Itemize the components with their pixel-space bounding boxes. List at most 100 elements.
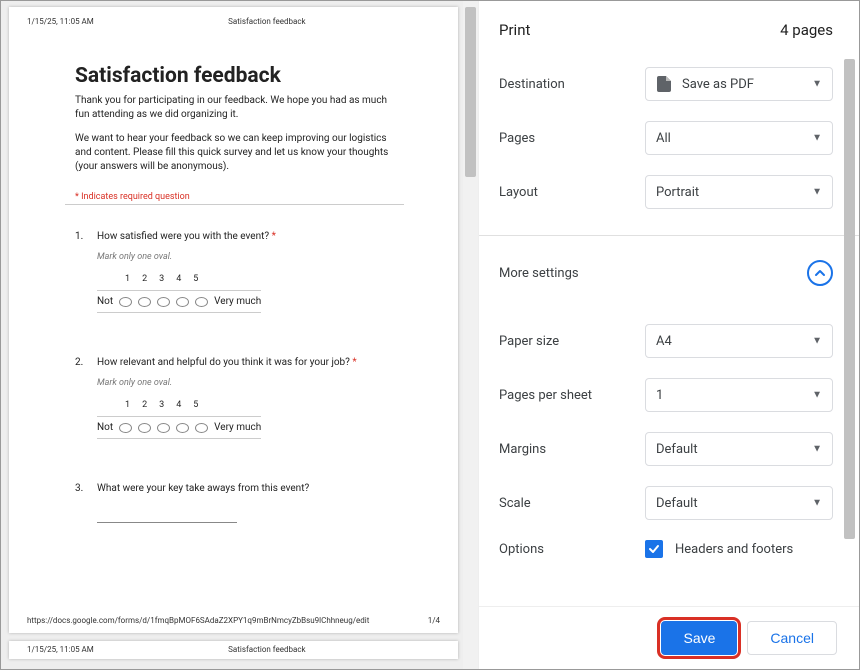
intro-1: Thank you for participating in our feedb… [75, 94, 394, 122]
oval-icon [157, 423, 170, 433]
cancel-button[interactable]: Cancel [747, 621, 837, 655]
intro-2: We want to hear your feedback so we can … [75, 132, 394, 174]
pages-per-sheet-label: Pages per sheet [499, 388, 645, 403]
preview-pane: 1/15/25, 11:05 AM Satisfaction feedback … [1, 1, 479, 669]
destination-label: Destination [499, 77, 645, 92]
oval-icon [176, 423, 189, 433]
oval-icon [195, 423, 208, 433]
chevron-up-icon [814, 267, 826, 279]
preview-page-2: 1/15/25, 11:05 AM Satisfaction feedback [9, 641, 458, 659]
more-settings-label: More settings [499, 266, 579, 281]
row-options: Options Headers and footers [479, 530, 859, 568]
divider [65, 204, 404, 205]
paper-size-label: Paper size [499, 334, 645, 349]
chevron-down-icon: ▼ [812, 444, 822, 455]
print-dialog: 1/15/25, 11:05 AM Satisfaction feedback … [0, 0, 860, 670]
page-count: 4 pages [780, 21, 833, 39]
oval-scale: 1 2 3 4 5 Not [97, 400, 394, 439]
question-1: 1. How satisfied were you with the event… [75, 231, 394, 313]
preview-page-1: 1/15/25, 11:05 AM Satisfaction feedback … [9, 7, 458, 633]
question-hint: Mark only one oval. [97, 378, 394, 388]
layout-label: Layout [499, 185, 645, 200]
headers-footers-label: Headers and footers [675, 542, 793, 557]
question-2: 2. How relevant and helpful do you think… [75, 357, 394, 439]
pages-per-sheet-dropdown[interactable]: 1 ▼ [645, 378, 833, 412]
oval-icon [119, 297, 132, 307]
oval-icon [157, 297, 170, 307]
pages-dropdown[interactable]: All ▼ [645, 121, 833, 155]
question-number: 2. [75, 357, 97, 439]
question-text: How relevant and helpful do you think it… [97, 357, 394, 368]
page-title: Satisfaction feedback [75, 64, 394, 88]
oval-scale: 1 2 3 4 5 Not [97, 274, 394, 313]
scale-right: Very much [214, 296, 261, 307]
scrollbar-thumb[interactable] [844, 59, 855, 539]
chevron-down-icon: ▼ [812, 187, 822, 198]
scale-left: Not [97, 296, 113, 307]
question-3: 3. What were your key take aways from th… [75, 483, 394, 523]
layout-dropdown[interactable]: Portrait ▼ [645, 175, 833, 209]
button-bar: Save Cancel [479, 606, 859, 669]
margins-dropdown[interactable]: Default ▼ [645, 432, 833, 466]
destination-dropdown[interactable]: Save as PDF ▼ [645, 67, 833, 101]
scale-left: Not [97, 422, 113, 433]
scrollbar-thumb[interactable] [465, 7, 476, 177]
paper-size-dropdown[interactable]: A4 ▼ [645, 324, 833, 358]
row-layout: Layout Portrait ▼ [479, 165, 859, 219]
footer-url: https://docs.google.com/forms/d/1fmqBpMO… [27, 616, 369, 625]
required-note: * Indicates required question [75, 192, 394, 202]
scale-label: Scale [499, 496, 645, 511]
pages-value: All [656, 131, 671, 146]
chevron-down-icon: ▼ [812, 336, 822, 347]
scale-right: Very much [214, 422, 261, 433]
chevron-down-icon: ▼ [812, 133, 822, 144]
question-hint: Mark only one oval. [97, 252, 394, 262]
destination-value: Save as PDF [682, 77, 754, 92]
chevron-down-icon: ▼ [812, 79, 822, 90]
page-header: 1/15/25, 11:05 AM Satisfaction feedback [27, 17, 440, 26]
panel-title: Print [499, 21, 530, 39]
oval-icon [119, 423, 132, 433]
question-text: How satisfied were you with the event? * [97, 231, 394, 242]
margins-value: Default [656, 442, 698, 457]
check-icon [648, 543, 660, 555]
headers-footers-checkbox[interactable] [645, 540, 663, 558]
collapse-button[interactable] [807, 260, 833, 286]
question-number: 1. [75, 231, 97, 313]
page-footer: https://docs.google.com/forms/d/1fmqBpMO… [27, 616, 440, 625]
row-pages: Pages All ▼ [479, 111, 859, 165]
footer-page: 1/4 [428, 616, 440, 625]
question-number: 3. [75, 483, 97, 523]
paper-size-value: A4 [656, 334, 672, 349]
more-settings-row[interactable]: More settings [479, 246, 859, 300]
scale-dropdown[interactable]: Default ▼ [645, 486, 833, 520]
options-label: Options [499, 542, 645, 557]
oval-icon [195, 297, 208, 307]
pages-per-sheet-value: 1 [656, 388, 663, 403]
row-pages-per-sheet: Pages per sheet 1 ▼ [479, 368, 859, 422]
preview-scrollbar[interactable] [463, 1, 478, 669]
pdf-icon [656, 76, 672, 92]
layout-value: Portrait [656, 185, 699, 200]
margins-label: Margins [499, 442, 645, 457]
question-text: What were your key take aways from this … [97, 483, 394, 494]
page-header-title: Satisfaction feedback [228, 17, 305, 26]
save-button[interactable]: Save [661, 621, 737, 655]
row-scale: Scale Default ▼ [479, 476, 859, 530]
print-panel: Print 4 pages Destination Save as PDF ▼ … [479, 1, 859, 669]
page-header-date: 1/15/25, 11:05 AM [27, 17, 94, 26]
row-paper-size: Paper size A4 ▼ [479, 314, 859, 368]
chevron-down-icon: ▼ [812, 498, 822, 509]
oval-icon [138, 423, 151, 433]
panel-scrollbar[interactable] [842, 1, 857, 606]
answer-line [97, 522, 237, 523]
page-body: Satisfaction feedback Thank you for part… [27, 26, 440, 523]
pages-label: Pages [499, 131, 645, 146]
scale-value: Default [656, 496, 698, 511]
chevron-down-icon: ▼ [812, 390, 822, 401]
row-destination: Destination Save as PDF ▼ [479, 57, 859, 111]
row-margins: Margins Default ▼ [479, 422, 859, 476]
oval-icon [176, 297, 189, 307]
divider [479, 235, 859, 236]
oval-icon [138, 297, 151, 307]
